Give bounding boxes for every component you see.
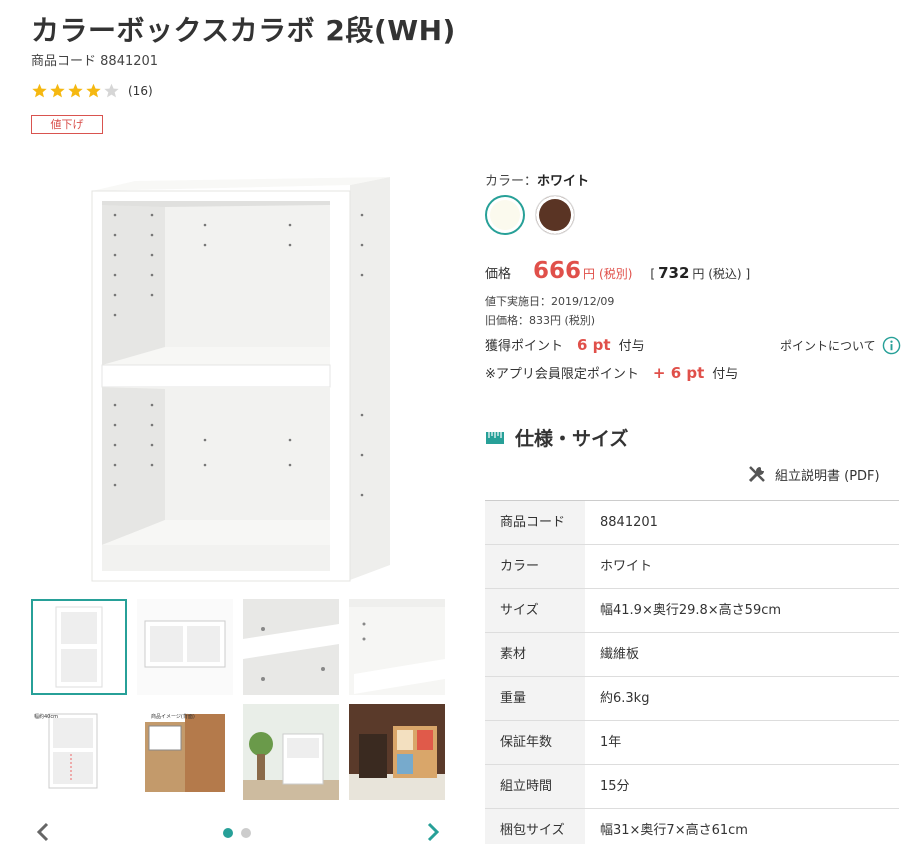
points-row: 獲得ポイント 6 pt 付与 [485,336,645,354]
table-row: 組立時間 15分 [485,765,899,809]
carousel-dot[interactable] [223,828,233,838]
tools-icon [748,466,765,483]
thumbnail[interactable]: 商品イメージ(背面) [137,704,233,800]
product-title: カラーボックスカラボ 2段(WH) [31,14,456,47]
spec-table: 商品コード 8841201 カラー ホワイト サイズ 幅41.9×奥行29.8×高さ5… [485,500,899,844]
reduced-date: 値下実施日：2019/12/09 [485,295,615,308]
table-row: カラー ホワイト [485,545,899,589]
color-swatch-brown[interactable] [535,195,575,235]
product-code: 商品コード 8841201 [31,54,159,69]
thumbnail[interactable] [349,599,445,695]
rating[interactable]: (16) [31,83,153,99]
thumbnail[interactable] [349,704,445,800]
thumbnail[interactable]: 幅約40cm [31,704,127,800]
app-points-row: ※アプリ会員限定ポイント + 6 pt 付与 [485,364,739,382]
svg-text:商品イメージ(背面): 商品イメージ(背面) [151,713,195,720]
thumbnail-gallery: 幅約40cm 商品イメージ(背面) [31,599,446,800]
svg-text:幅約40cm: 幅約40cm [34,713,58,720]
chevron-left-icon[interactable] [34,821,52,843]
points-about-link[interactable]: ポイントについて [780,336,901,355]
manual-pdf-link[interactable]: 組立説明書 (PDF) [746,463,880,485]
color-label: カラー：ホワイト [485,174,590,189]
price-row: 価格 666 円 (税別) [732 円 (税込) ] [485,258,751,284]
star-icon [50,83,65,98]
info-icon [882,336,900,355]
table-row: 素材 繊維板 [485,633,899,677]
star-empty-icon [104,83,119,98]
price-down-badge: 値下げ [31,115,103,134]
carousel-dots [223,828,251,838]
old-price: 旧価格：833円 (税別) [485,314,596,327]
star-icon [32,83,47,98]
table-row: サイズ 幅41.9×奥行29.8×高さ59cm [485,589,899,633]
price-amount: 666 [533,258,582,284]
product-main-image [91,177,390,582]
thumbnail[interactable] [243,704,339,800]
price-incl-tax: [732 円 (税込) ] [650,264,751,282]
color-swatch-white[interactable] [485,195,525,235]
chevron-right-icon[interactable] [424,821,442,843]
ruler-icon [486,431,504,444]
table-row: 保証年数 1年 [485,721,899,765]
thumbnail[interactable] [31,599,127,695]
review-count[interactable]: (16) [128,84,153,98]
thumbnail[interactable] [137,599,233,695]
table-row: 商品コード 8841201 [485,501,899,545]
carousel-dot[interactable] [241,828,251,838]
star-icon [68,83,83,98]
spec-heading: 仕様・サイズ [485,424,628,451]
table-row: 梱包サイズ 幅31×奥行7×高さ61cm [485,809,899,844]
star-icon [86,83,101,98]
thumbnail[interactable] [243,599,339,695]
table-row: 重量 約6.3kg [485,677,899,721]
